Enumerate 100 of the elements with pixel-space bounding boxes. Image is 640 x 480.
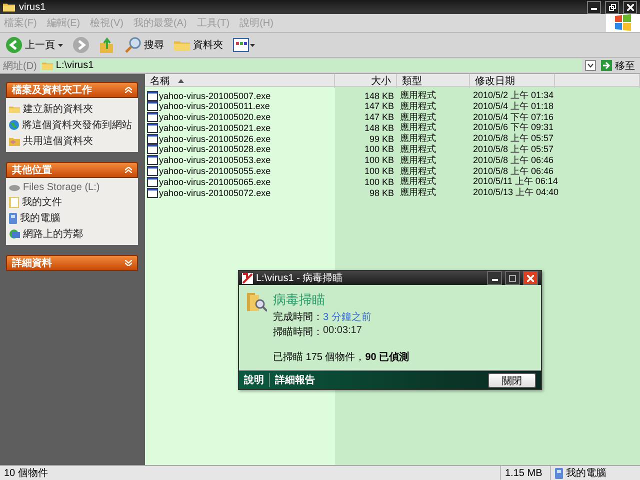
folders-button[interactable]: 資料夾: [172, 38, 225, 52]
panel-title: 其他位置: [12, 164, 52, 177]
field-label: 掃瞄時間：: [273, 326, 323, 339]
file-name[interactable]: yahoo-virus-201005011.exe: [145, 101, 335, 112]
footer-link[interactable]: 說明: [244, 373, 264, 387]
application-icon: [147, 155, 158, 166]
close-icon: [626, 4, 634, 10]
collapse-icon[interactable]: [125, 167, 132, 173]
file-date: 2010/5/11 上午 06:14: [472, 176, 559, 188]
drive-icon: [9, 184, 20, 190]
restore-button[interactable]: [605, 0, 619, 14]
file-size: 100 KB: [363, 144, 395, 154]
task-link[interactable]: 我的電腦: [9, 211, 135, 225]
file-size: 147 KB: [363, 101, 395, 112]
file-name[interactable]: yahoo-virus-201005028.exe: [145, 144, 335, 154]
item-count: 10 個物件: [4, 467, 48, 480]
folder-icon: [3, 2, 15, 12]
expand-icon[interactable]: [125, 260, 132, 266]
file-date: 2010/5/6 下午 09:31: [472, 122, 555, 134]
maximize-button[interactable]: [505, 271, 520, 285]
forward-icon: [73, 37, 89, 53]
scan-summary: 已掃瞄 175 個物件，90 已偵測: [273, 350, 410, 364]
file-type: 應用程式: [399, 154, 437, 166]
folder-search-icon: [247, 291, 267, 313]
folder-icon: [174, 38, 190, 52]
shared-folder-icon: [9, 136, 20, 146]
column-header[interactable]: 名稱: [145, 74, 335, 88]
file-name[interactable]: yahoo-virus-201005072.exe: [145, 188, 335, 198]
field-label: 完成時間：: [273, 310, 323, 324]
file-date: 2010/5/4 下午 07:16: [472, 110, 555, 122]
file-date: 2010/5/8 上午 05:57: [472, 142, 555, 156]
close-icon: [527, 274, 534, 282]
file-date: 2010/5/8 上午 05:57: [472, 132, 555, 144]
field-value: 00:03:17: [323, 325, 362, 338]
file-size: 100 KB: [363, 155, 395, 166]
file-name[interactable]: yahoo-virus-201005007.exe: [145, 90, 335, 100]
file-size: 100 KB: [363, 176, 395, 187]
maximize-icon: [509, 274, 516, 282]
application-icon: [147, 176, 158, 187]
task-link[interactable]: 網路上的芳鄰: [9, 227, 135, 241]
file-type: 應用程式: [399, 110, 437, 122]
restore-icon: [608, 4, 616, 10]
views-icon: [233, 38, 255, 52]
go-arrow-icon: [601, 60, 612, 71]
minimize-button[interactable]: [487, 271, 502, 285]
close-button[interactable]: [623, 0, 637, 14]
views-button[interactable]: [231, 38, 257, 52]
file-type: 應用程式: [399, 176, 437, 188]
collapse-icon[interactable]: [125, 87, 132, 93]
column-header[interactable]: 大小: [335, 74, 397, 88]
folder-icon: [9, 104, 20, 114]
file-type: 應用程式: [399, 100, 437, 112]
documents-icon: [9, 196, 19, 208]
caret-icon: [58, 44, 63, 46]
file-size: 147 KB: [363, 112, 395, 122]
file-date: 2010/5/8 上午 06:46: [472, 154, 555, 166]
task-link[interactable]: 將這個資料夾發佈到網站: [9, 118, 135, 132]
panel-title: 詳細資料: [12, 256, 52, 270]
file-size: 148 KB: [363, 122, 395, 133]
search-button[interactable]: 搜尋: [123, 37, 166, 53]
time-link[interactable]: 3 分鐘之前: [323, 310, 372, 324]
windows-logo: [606, 14, 640, 32]
back-button[interactable]: 上一頁: [4, 37, 65, 53]
footer-link[interactable]: 詳細報告: [275, 373, 315, 387]
go-button[interactable]: 移至: [599, 58, 637, 72]
minimize-button[interactable]: [587, 0, 601, 14]
application-icon: [147, 122, 158, 133]
application-icon: [147, 134, 158, 144]
application-icon: [147, 112, 158, 122]
file-name[interactable]: yahoo-virus-201005053.exe: [145, 155, 335, 166]
file-name[interactable]: yahoo-virus-201005026.exe: [145, 134, 335, 144]
file-size: 99 KB: [368, 134, 395, 144]
file-name[interactable]: yahoo-virus-201005020.exe: [145, 112, 335, 122]
file-name[interactable]: yahoo-virus-201005021.exe: [145, 122, 335, 133]
dropdown-icon[interactable]: [585, 60, 596, 71]
task-link[interactable]: 建立新的資料夾: [9, 102, 135, 116]
file-size: 148 KB: [363, 90, 395, 100]
file-type: 應用程式: [399, 89, 437, 102]
back-icon: [6, 37, 22, 53]
dialog-title: L:\virus1 - 病毒掃瞄: [256, 272, 344, 285]
computer-icon: [555, 468, 563, 478]
panel-title: 檔案及資料夾工作: [12, 83, 92, 97]
column-header[interactable]: 修改日期: [470, 74, 555, 88]
task-link[interactable]: 我的文件: [9, 195, 135, 209]
file-name[interactable]: yahoo-virus-201005065.exe: [145, 176, 335, 187]
task-link[interactable]: Files Storage (L:): [9, 182, 135, 193]
file-type: 應用程式: [399, 132, 437, 144]
file-size: 98 KB: [368, 188, 395, 198]
column-header[interactable]: 類型: [397, 74, 470, 88]
address-field[interactable]: L:\virus1: [40, 59, 582, 72]
total-size: 1.15 MB: [505, 468, 542, 478]
file-date: 2010/5/13 上午 04:40: [472, 186, 560, 200]
file-date: 2010/5/2 上午 01:34: [472, 89, 555, 102]
sort-icon: [178, 79, 184, 83]
dialog-heading: 病毒掃瞄: [273, 291, 326, 309]
file-type: 應用程式: [399, 142, 437, 156]
close-dialog-button[interactable]: 關閉: [488, 372, 536, 388]
file-type: 應用程式: [399, 186, 437, 200]
task-link[interactable]: 共用這個資料夾: [9, 134, 135, 148]
file-name[interactable]: yahoo-virus-201005055.exe: [145, 166, 335, 176]
